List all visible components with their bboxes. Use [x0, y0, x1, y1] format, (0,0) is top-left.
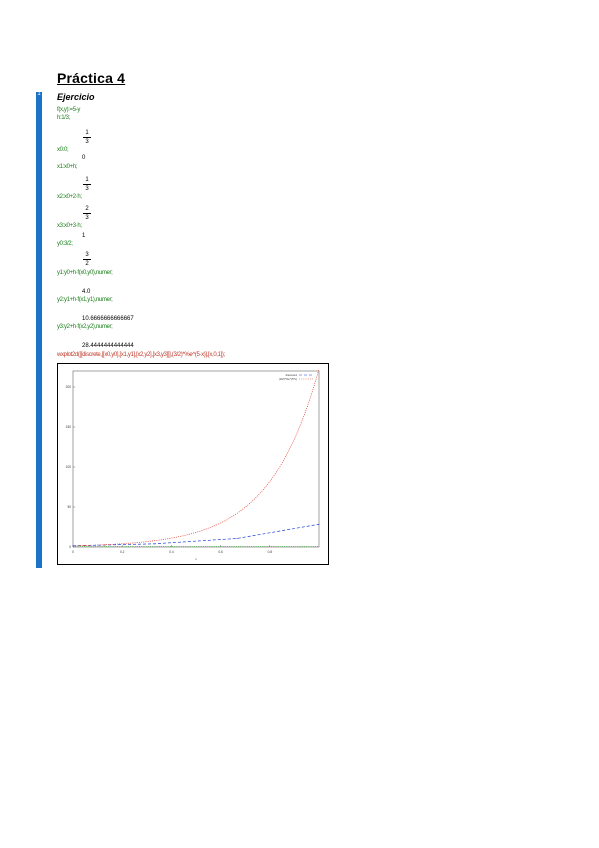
input-line-x3[interactable]: x3:x0+3·h;: [57, 223, 82, 229]
input-line-f[interactable]: f(x,y):=5-y: [57, 107, 80, 113]
input-line-x1[interactable]: x1:x0+h;: [57, 164, 77, 170]
denominator: 3: [85, 139, 89, 145]
y-tick-label: 0: [69, 545, 71, 549]
plot-frame: [57, 363, 329, 565]
y-tick-label: 200: [66, 385, 72, 389]
cell-bracket[interactable]: [36, 92, 42, 568]
x-tick-label: 0.2: [120, 550, 125, 554]
output-fraction: 1 3: [82, 176, 92, 193]
numerator: 1: [85, 177, 89, 183]
numerator: 2: [85, 206, 89, 212]
y-tick-label: 150: [66, 425, 72, 429]
y-tick-label: 50: [67, 505, 71, 509]
numerator: 3: [85, 252, 89, 258]
input-line-y0[interactable]: y0:3/2;: [57, 241, 73, 247]
input-line-h[interactable]: h:1/3;: [57, 115, 70, 121]
output-fraction: 1 3: [82, 129, 92, 146]
denominator: 3: [85, 215, 89, 221]
output-fraction: 2 3: [82, 205, 92, 222]
input-line-y1[interactable]: y1:y0+h·f(x0,y0),numer;: [57, 270, 113, 276]
page-title: Práctica 4: [57, 70, 126, 86]
data-point: [318, 523, 320, 525]
data-point: [236, 537, 238, 539]
denominator: 2: [85, 261, 89, 267]
data-point: [154, 543, 156, 545]
plot-chart: 0 0.2 0.4 0.6 0.8 050100150200 discrete1(3/2…: [57, 363, 329, 565]
input-line-wxplot2d[interactable]: wxplot2d([[discrete,[[x0,y0],[x1,y1],[x2…: [57, 352, 225, 358]
section-title: Ejercicio: [57, 92, 95, 102]
x-tick-label: 0.6: [218, 550, 223, 554]
input-line-y2[interactable]: y2:y1+h·f(x1,y1),numer;: [57, 297, 113, 303]
cell-number: 1: [37, 91, 41, 97]
output-value: 1: [82, 233, 86, 239]
y-tick-label: 100: [66, 465, 72, 469]
x-tick-label: 0.8: [268, 550, 273, 554]
output-value: 4.0: [82, 289, 91, 295]
output-value: 0: [82, 155, 86, 161]
denominator: 3: [85, 186, 89, 192]
input-line-x2[interactable]: x2:x0+2·h;: [57, 194, 82, 200]
output-fraction: 3 2: [82, 251, 92, 268]
numerator: 1: [85, 130, 89, 136]
input-line-x0[interactable]: x0:0;: [57, 147, 69, 153]
x-tick-label: 0: [72, 550, 74, 554]
output-value: 10.6666666666667: [82, 316, 134, 322]
input-line-y3[interactable]: y3:y2+h·f(x2,y2),numer;: [57, 324, 113, 330]
x-tick-label: 0.4: [169, 550, 174, 554]
output-value: 28.4444444444444: [82, 343, 134, 349]
legend-label: (3/2)*%e^(5*x): [279, 377, 297, 381]
